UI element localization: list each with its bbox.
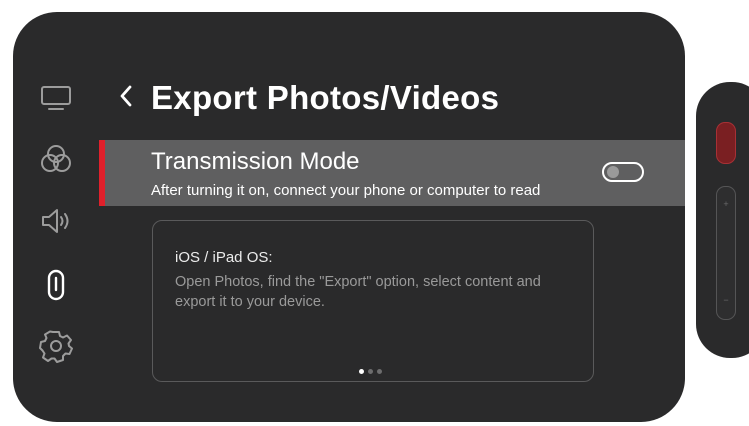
page-dot-2[interactable] [368, 369, 373, 374]
sidebar-item-color[interactable] [37, 140, 75, 178]
instruction-card[interactable]: iOS / iPad OS: Open Photos, find the "Ex… [152, 220, 594, 382]
export-clip-icon [46, 268, 66, 302]
page-dot-1[interactable] [359, 369, 364, 374]
instruction-card-title: iOS / iPad OS: [175, 249, 273, 266]
stage: Export Photos/Videos Transmission Mode A… [0, 0, 749, 426]
transmission-mode-toggle[interactable] [602, 162, 644, 182]
device-screen: Export Photos/Videos Transmission Mode A… [13, 12, 685, 422]
back-button[interactable] [113, 78, 139, 118]
sidebar-item-export[interactable] [37, 266, 75, 304]
transmission-mode-row[interactable]: Transmission Mode After turning it on, c… [99, 140, 685, 206]
transmission-mode-description: After turning it on, connect your phone … [151, 182, 541, 199]
record-button[interactable] [716, 122, 736, 164]
color-circles-icon [39, 143, 73, 175]
gear-icon [39, 329, 73, 363]
volume-slider[interactable]: + − [716, 186, 736, 320]
device-side-controls: + − [696, 82, 749, 358]
sidebar-item-display[interactable] [37, 79, 75, 117]
sidebar [13, 12, 101, 422]
display-icon [40, 84, 72, 112]
selection-accent-bar [99, 140, 105, 206]
page-title: Export Photos/Videos [151, 79, 500, 116]
speaker-icon [39, 206, 73, 236]
volume-minus-label: − [723, 295, 729, 305]
page-indicator [359, 369, 382, 374]
sidebar-item-sound[interactable] [37, 202, 75, 240]
chevron-left-icon [119, 85, 133, 112]
toggle-knob [607, 166, 619, 178]
page-header: Export Photos/Videos [113, 74, 499, 122]
sidebar-item-settings[interactable] [37, 327, 75, 365]
transmission-mode-title: Transmission Mode [151, 148, 360, 175]
volume-plus-label: + [723, 199, 729, 209]
page-dot-3[interactable] [377, 369, 382, 374]
instruction-card-body: Open Photos, find the "Export" option, s… [175, 274, 541, 310]
